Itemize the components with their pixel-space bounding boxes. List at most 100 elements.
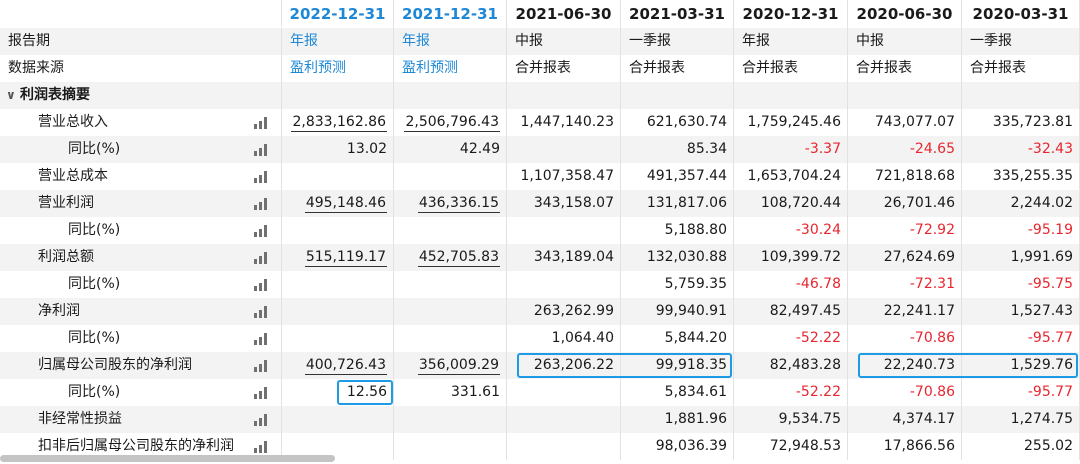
bar-chart-icon[interactable] (254, 333, 270, 345)
section-row[interactable]: ∨ 利润表摘要 (0, 82, 1080, 109)
value-cell[interactable]: 436,336.15 (394, 190, 507, 217)
column-header-date[interactable]: 2020-12-31 (734, 0, 848, 28)
value-cell[interactable]: 4,374.17 (848, 406, 962, 433)
value-cell[interactable] (507, 217, 621, 244)
value-cell[interactable]: 17,866.56 (848, 433, 962, 460)
value-cell[interactable]: 82,497.45 (734, 298, 848, 325)
value-cell[interactable]: 356,009.29 (394, 352, 507, 379)
value-cell[interactable]: 85.34 (621, 136, 734, 163)
bar-chart-icon[interactable] (254, 414, 270, 426)
value-cell[interactable]: -46.78 (734, 271, 848, 298)
value-cell[interactable]: 1,107,358.47 (507, 163, 621, 190)
value-cell[interactable]: -52.22 (734, 379, 848, 406)
value-cell[interactable]: 5,834.61 (621, 379, 734, 406)
value-cell[interactable] (507, 136, 621, 163)
table-row[interactable]: 营业利润 495,148.46 436,336.15 343,158.07 131,81… (0, 190, 1080, 217)
value-cell[interactable]: 743,077.07 (848, 109, 962, 136)
value-cell[interactable]: -70.86 (848, 379, 962, 406)
value-cell[interactable]: 335,723.81 (962, 109, 1080, 136)
value-cell[interactable]: -32.43 (962, 136, 1080, 163)
bar-chart-icon[interactable] (254, 279, 270, 291)
value-cell[interactable] (282, 217, 394, 244)
value-cell[interactable]: 5,844.20 (621, 325, 734, 352)
value-cell[interactable]: 108,720.44 (734, 190, 848, 217)
value-cell[interactable]: 491,357.44 (621, 163, 734, 190)
value-cell[interactable]: 9,534.75 (734, 406, 848, 433)
bar-chart-icon[interactable] (254, 387, 270, 399)
table-row[interactable]: 同比(%) 12.56 331.61 5,834.61 -52.22 -70.86 -95.… (0, 379, 1080, 406)
value-cell[interactable]: 1,991.69 (962, 244, 1080, 271)
value-cell[interactable]: -70.86 (848, 325, 962, 352)
value-cell[interactable] (507, 433, 621, 460)
value-cell[interactable] (282, 163, 394, 190)
value-cell[interactable]: 82,483.28 (734, 352, 848, 379)
bar-chart-icon[interactable] (254, 171, 270, 183)
column-header-date[interactable]: 2021-12-31 (394, 0, 507, 28)
value-cell[interactable]: 22,241.17 (848, 298, 962, 325)
value-cell[interactable]: 2,833,162.86 (282, 109, 394, 136)
value-cell[interactable] (282, 271, 394, 298)
table-row[interactable]: 同比(%) 5,759.35 -46.78 -72.31 -95.75 (0, 271, 1080, 298)
value-cell[interactable] (507, 379, 621, 406)
section-label[interactable]: ∨ 利润表摘要 (0, 82, 282, 109)
value-cell[interactable] (282, 406, 394, 433)
value-cell[interactable]: 1,447,140.23 (507, 109, 621, 136)
value-cell[interactable]: 255.02 (962, 433, 1080, 460)
column-header-date[interactable]: 2020-06-30 (848, 0, 962, 28)
value-cell[interactable] (507, 406, 621, 433)
value-cell[interactable]: 13.02 (282, 136, 394, 163)
table-row[interactable]: 同比(%) 5,188.80 -30.24 -72.92 -95.19 (0, 217, 1080, 244)
value-cell[interactable]: 515,119.17 (282, 244, 394, 271)
value-cell[interactable]: 1,274.75 (962, 406, 1080, 433)
value-cell[interactable] (394, 163, 507, 190)
value-cell[interactable]: 263,262.99 (507, 298, 621, 325)
bar-chart-icon[interactable] (254, 360, 270, 372)
value-cell[interactable]: 131,817.06 (621, 190, 734, 217)
value-cell[interactable] (394, 217, 507, 244)
value-cell[interactable]: 400,726.43 (282, 352, 394, 379)
value-cell[interactable]: 109,399.72 (734, 244, 848, 271)
value-cell[interactable]: 495,148.46 (282, 190, 394, 217)
value-cell[interactable] (394, 433, 507, 460)
value-cell[interactable]: -95.77 (962, 325, 1080, 352)
value-cell[interactable]: -30.24 (734, 217, 848, 244)
value-cell[interactable]: -52.22 (734, 325, 848, 352)
column-header-date[interactable]: 2020-03-31 (962, 0, 1080, 28)
value-cell[interactable]: 98,036.39 (621, 433, 734, 460)
table-row[interactable]: 非经常性损益 1,881.96 9,534.75 4,374.17 1,274.75 (0, 406, 1080, 433)
value-cell[interactable]: -3.37 (734, 136, 848, 163)
value-cell[interactable]: 1,653,704.24 (734, 163, 848, 190)
value-cell[interactable] (394, 325, 507, 352)
value-cell[interactable] (394, 406, 507, 433)
chevron-down-icon[interactable]: ∨ (6, 82, 20, 109)
value-cell[interactable]: -72.31 (848, 271, 962, 298)
value-cell[interactable] (394, 271, 507, 298)
value-cell[interactable]: -95.75 (962, 271, 1080, 298)
value-cell[interactable]: -95.19 (962, 217, 1080, 244)
value-cell[interactable]: 331.61 (394, 379, 507, 406)
value-cell[interactable]: -72.92 (848, 217, 962, 244)
value-cell[interactable]: 132,030.88 (621, 244, 734, 271)
value-cell[interactable]: 1,527.43 (962, 298, 1080, 325)
table-row[interactable]: 营业总收入 2,833,162.86 2,506,796.43 1,447,140.2… (0, 109, 1080, 136)
value-cell[interactable]: 1,881.96 (621, 406, 734, 433)
value-cell[interactable]: 343,158.07 (507, 190, 621, 217)
value-cell[interactable]: 42.49 (394, 136, 507, 163)
table-row[interactable]: 同比(%) 1,064.40 5,844.20 -52.22 -70.86 -95.77 (0, 325, 1080, 352)
value-cell[interactable]: -24.65 (848, 136, 962, 163)
value-cell[interactable]: 343,189.04 (507, 244, 621, 271)
value-cell[interactable]: 452,705.83 (394, 244, 507, 271)
value-cell[interactable]: 335,255.35 (962, 163, 1080, 190)
value-cell[interactable]: 621,630.74 (621, 109, 734, 136)
bar-chart-icon[interactable] (254, 252, 270, 264)
value-cell[interactable]: -95.77 (962, 379, 1080, 406)
value-cell[interactable]: 5,759.35 (621, 271, 734, 298)
value-cell[interactable]: 2,506,796.43 (394, 109, 507, 136)
value-cell[interactable]: 1,064.40 (507, 325, 621, 352)
table-row[interactable]: 净利润 263,262.99 99,940.91 82,497.45 22,241.17… (0, 298, 1080, 325)
value-cell[interactable]: 5,188.80 (621, 217, 734, 244)
column-header-date[interactable]: 2021-06-30 (507, 0, 621, 28)
bar-chart-icon[interactable] (254, 198, 270, 210)
value-cell[interactable] (282, 298, 394, 325)
value-cell[interactable]: 26,701.46 (848, 190, 962, 217)
